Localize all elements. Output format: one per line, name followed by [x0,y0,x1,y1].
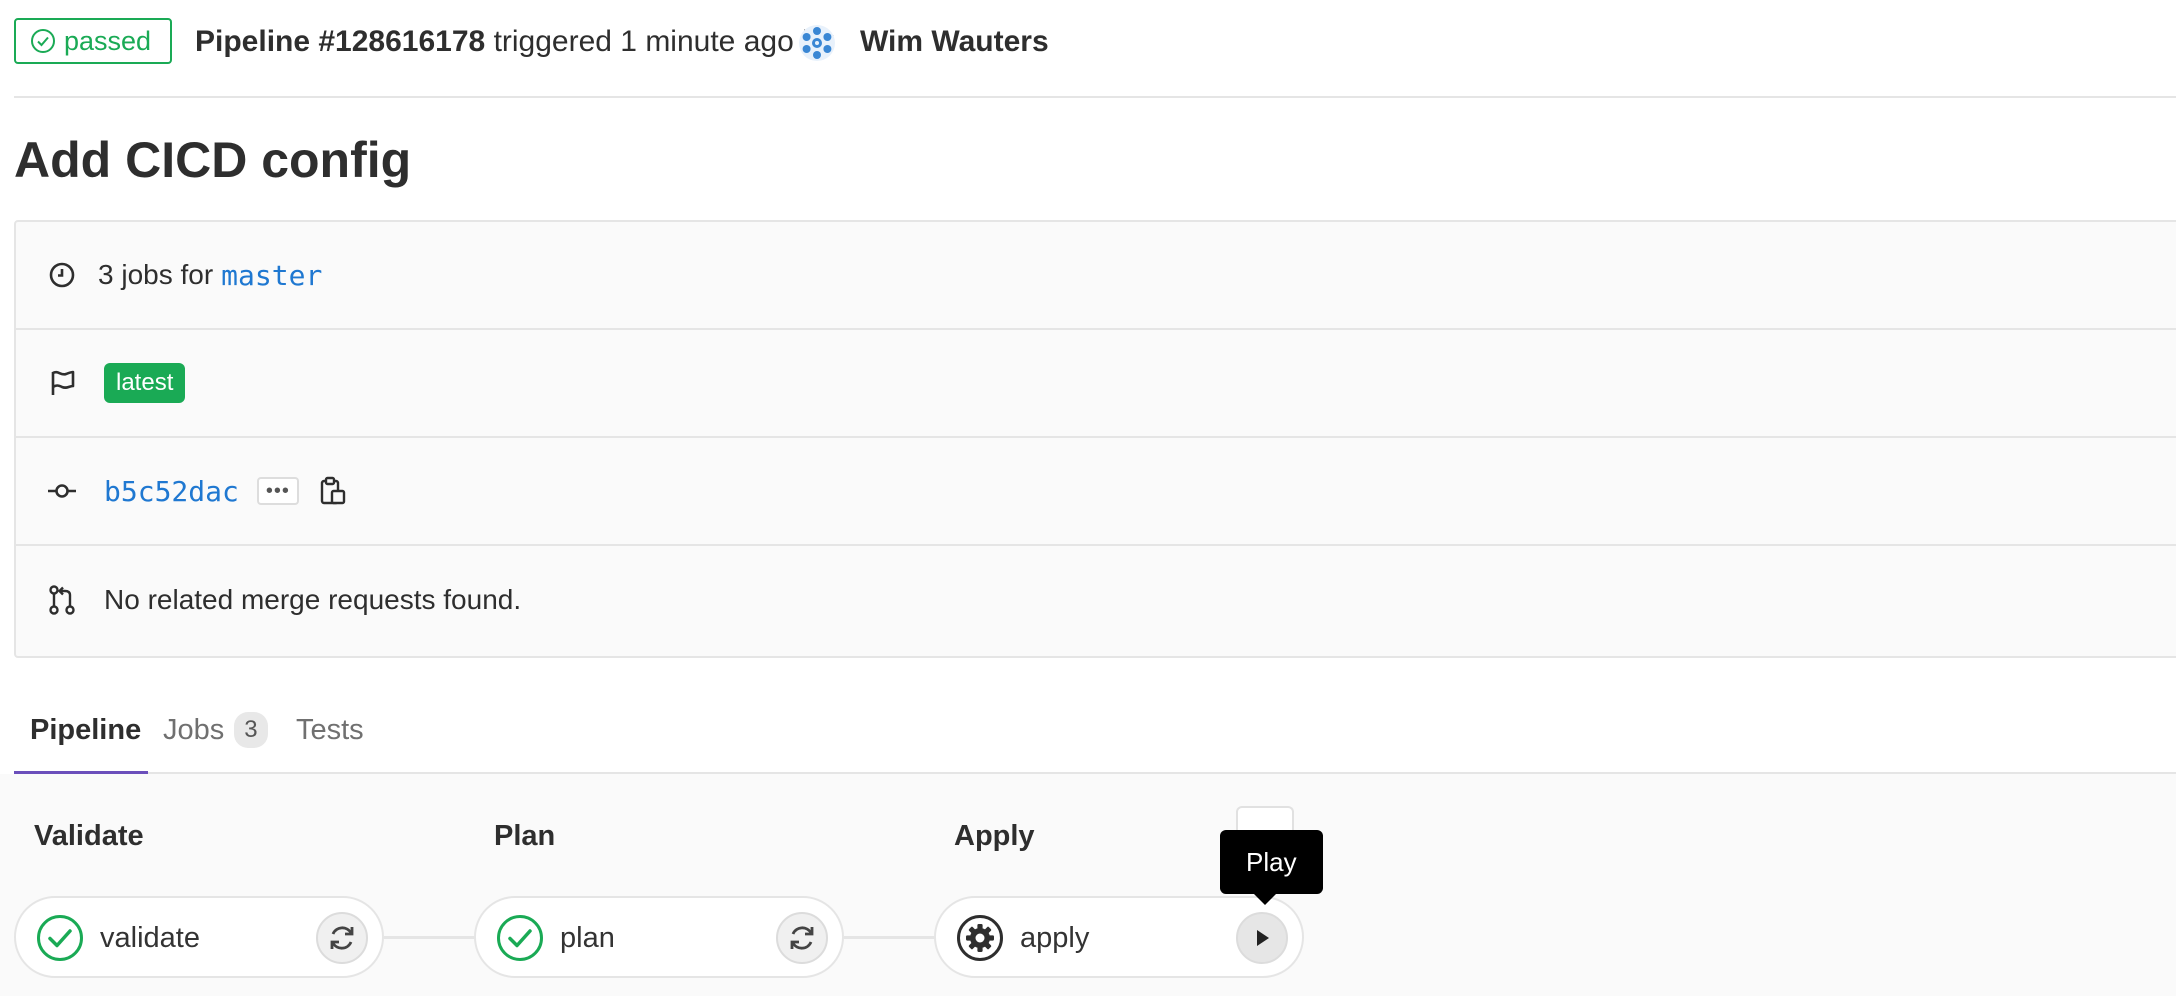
no-merge-requests-text: No related merge requests found. [104,584,522,615]
play-tooltip: Play [1220,830,1323,894]
retry-button[interactable] [316,912,368,964]
job-apply[interactable]: apply [934,896,1304,978]
tab-label: Tests [296,713,364,746]
commit-sha-link[interactable]: b5c52dac [104,475,239,508]
status-badge[interactable]: passed [14,18,172,64]
page-title: Add CICD config [14,132,412,188]
tab-jobs[interactable]: Jobs 3 [163,690,268,770]
retry-icon [790,926,814,950]
merge-requests-row: No related merge requests found. [16,546,2176,654]
stage-title-validate: Validate [34,820,144,852]
stage-title-plan: Plan [494,820,556,852]
tab-label: Pipeline [30,713,142,746]
tooltip-arrow [1253,893,1277,905]
jobs-row: 3 jobs for master [16,222,2176,330]
retry-icon [330,926,354,950]
commit-row: b5c52dac ••• [16,438,2176,546]
clock-icon [49,262,75,288]
latest-badge: latest [104,363,186,403]
tab-pipeline[interactable]: Pipeline [30,690,141,770]
commit-icon [48,484,76,498]
author-name[interactable]: Wim Wauters [860,22,1049,62]
tab-tests[interactable]: Tests [296,690,364,770]
triggered-text: triggered 1 minute ago by [493,25,834,58]
play-button[interactable] [1236,912,1288,964]
stage-connector [384,936,476,939]
pipeline-graph: Validate Plan Apply validate plan apply … [0,774,2176,996]
copy-to-clipboard-icon[interactable] [319,475,349,507]
branch-link[interactable]: master [221,259,322,292]
stage-title-apply: Apply [954,820,1035,852]
job-name: validate [100,922,200,954]
pipeline-tabs: Pipeline Jobs 3 Tests [14,690,2176,775]
ellipsis-icon: ••• [265,480,290,502]
jobs-count-badge: 3 [234,712,268,748]
status-label: passed [64,25,152,56]
success-status-icon [37,915,83,961]
success-status-icon [497,915,543,961]
jobs-count-text: 3 jobs for [98,259,214,290]
retry-button[interactable] [776,912,828,964]
job-name: apply [1020,922,1090,954]
pipeline-header: Pipeline #128616178 triggered 1 minute a… [195,22,834,62]
tags-row: latest [16,330,2176,438]
stage-connector [844,936,936,939]
merge-request-icon [49,585,75,615]
pipeline-id: Pipeline #128616178 [195,25,486,58]
play-icon [1257,930,1269,946]
pipeline-info-card: 3 jobs for master latest b5c52dac ••• No… [14,220,2176,658]
tab-label: Jobs [163,713,225,746]
expand-commit-message-button[interactable]: ••• [256,477,299,505]
check-circle-icon [31,29,55,53]
manual-gear-icon [957,915,1003,961]
job-name: plan [560,922,615,954]
job-validate[interactable]: validate [14,896,384,978]
job-plan[interactable]: plan [474,896,844,978]
divider [14,96,2176,98]
flag-icon [51,370,75,395]
avatar[interactable] [798,24,836,62]
